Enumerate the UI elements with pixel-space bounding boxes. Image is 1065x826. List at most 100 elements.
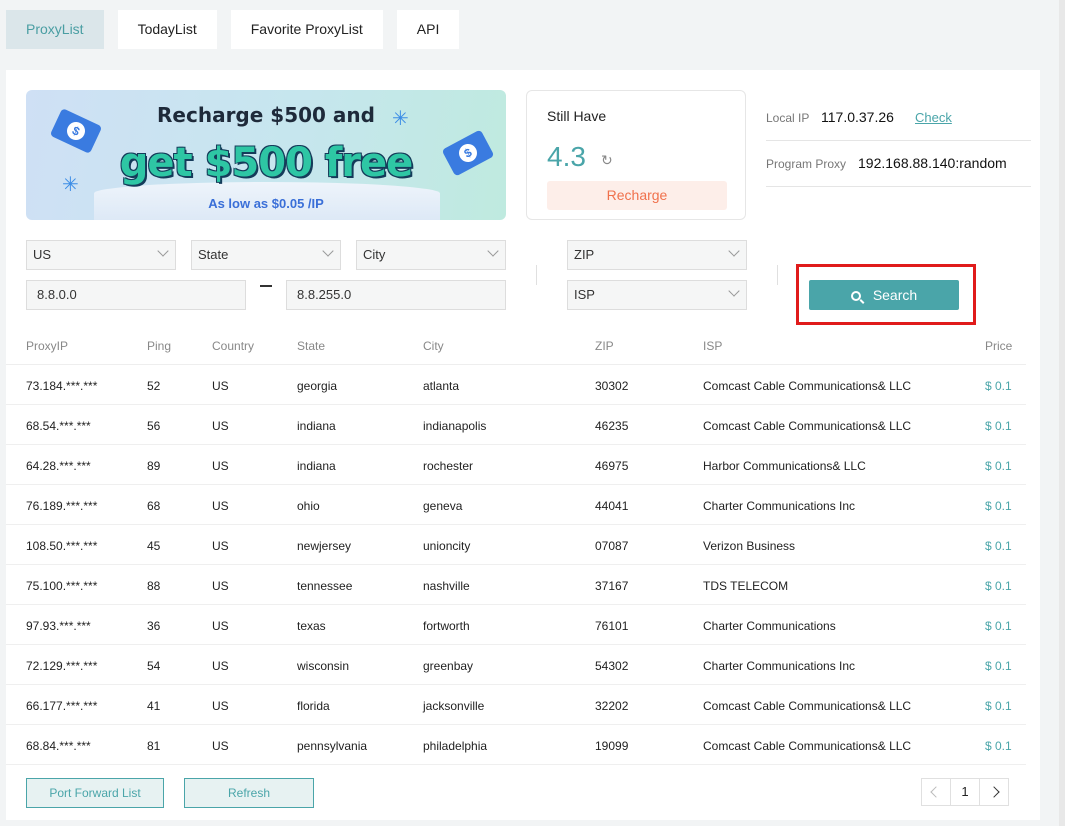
country-select-value: US bbox=[33, 247, 52, 262]
isp-cell: Harbor Communications& LLC bbox=[703, 459, 866, 473]
state-cell: tennessee bbox=[297, 579, 353, 593]
tab-favorite-proxylist[interactable]: Favorite ProxyList bbox=[230, 10, 383, 49]
price-cell: $ 0.1 bbox=[985, 739, 1012, 753]
table-header: ProxyIP Ping Country State City ZIP ISP … bbox=[6, 330, 1026, 365]
table-row[interactable]: 75.100.***.*** 88 US tennessee nashville 3716… bbox=[6, 565, 1026, 605]
program-proxy-row: Program Proxy 192.168.88.140:random bbox=[766, 141, 1031, 187]
price-cell: $ 0.1 bbox=[985, 539, 1012, 553]
isp-cell: Comcast Cable Communications& LLC bbox=[703, 419, 912, 433]
refresh-button[interactable]: Refresh bbox=[184, 778, 314, 808]
table-row[interactable]: 64.28.***.*** 89 US indiana rochester 46975 Ha… bbox=[6, 445, 1026, 485]
city-select[interactable]: City bbox=[356, 240, 506, 270]
proxy-ip-cell: 68.84.***.*** bbox=[26, 739, 91, 753]
recharge-button[interactable]: Recharge bbox=[547, 181, 727, 210]
country-cell: US bbox=[212, 579, 229, 593]
table-row[interactable]: 68.84.***.*** 81 US pennsylvania philadelphi… bbox=[6, 725, 1026, 765]
main-panel: $ $ ✳ ✳ Recharge $500 and get $500 free … bbox=[6, 70, 1040, 820]
city-cell: nashville bbox=[423, 579, 470, 593]
program-proxy-value: 192.168.88.140:random bbox=[858, 155, 1007, 171]
ping-cell: 36 bbox=[147, 619, 161, 633]
country-cell: US bbox=[212, 379, 229, 393]
table-row[interactable]: 72.129.***.*** 54 US wisconsin greenbay 54302… bbox=[6, 645, 1026, 685]
ping-cell: 88 bbox=[147, 579, 161, 593]
proxy-ip-cell: 72.129.***.*** bbox=[26, 659, 98, 673]
country-cell: US bbox=[212, 459, 229, 473]
city-cell: geneva bbox=[423, 499, 463, 513]
table-row[interactable]: 108.50.***.*** 45 US newjersey unioncity 0708… bbox=[6, 525, 1026, 565]
country-select[interactable]: US bbox=[26, 240, 176, 270]
city-cell: jacksonville bbox=[423, 699, 485, 713]
local-ip-label: Local IP bbox=[766, 111, 810, 125]
prev-page-button[interactable] bbox=[921, 778, 951, 806]
state-cell: newjersey bbox=[297, 539, 352, 553]
state-cell: texas bbox=[297, 619, 326, 633]
ping-cell: 52 bbox=[147, 379, 161, 393]
check-link[interactable]: Check bbox=[915, 110, 952, 125]
isp-select[interactable]: ISP bbox=[567, 280, 747, 310]
column-header: Country bbox=[212, 339, 255, 353]
ping-cell: 89 bbox=[147, 459, 161, 473]
table-row[interactable]: 97.93.***.*** 36 US texas fortworth 76101 Char… bbox=[6, 605, 1026, 645]
city-cell: unioncity bbox=[423, 539, 471, 553]
proxy-ip-cell: 75.100.***.*** bbox=[26, 579, 98, 593]
tab-proxylist[interactable]: ProxyList bbox=[6, 10, 104, 49]
state-select[interactable]: State bbox=[191, 240, 341, 270]
local-ip-row: Local IP 117.0.37.26 Check bbox=[766, 95, 1031, 141]
country-cell: US bbox=[212, 419, 229, 433]
port-forward-list-button[interactable]: Port Forward List bbox=[26, 778, 164, 808]
ping-cell: 45 bbox=[147, 539, 161, 553]
isp-cell: Comcast Cable Communications& LLC bbox=[703, 739, 912, 753]
table-row[interactable]: 68.54.***.*** 56 US indiana indianapolis 4623… bbox=[6, 405, 1026, 445]
ip-to-input[interactable]: 8.8.255.0 bbox=[286, 280, 506, 310]
proxy-ip-cell: 108.50.***.*** bbox=[26, 539, 98, 553]
ping-cell: 68 bbox=[147, 499, 161, 513]
column-header: Ping bbox=[147, 339, 172, 353]
zip-select-value: ZIP bbox=[574, 247, 595, 262]
zip-select[interactable]: ZIP bbox=[567, 240, 747, 270]
price-cell: $ 0.1 bbox=[985, 419, 1012, 433]
ping-cell: 56 bbox=[147, 419, 161, 433]
table-row[interactable]: 66.177.***.*** 41 US florida jacksonville 322… bbox=[6, 685, 1026, 725]
proxy-ip-cell: 64.28.***.*** bbox=[26, 459, 91, 473]
state-cell: wisconsin bbox=[297, 659, 350, 673]
table-row[interactable]: 76.189.***.*** 68 US ohio geneva 44041 Charter… bbox=[6, 485, 1026, 525]
refresh-icon[interactable]: ↻ bbox=[601, 152, 613, 169]
city-cell: rochester bbox=[423, 459, 474, 473]
page-scrollbar[interactable] bbox=[1059, 0, 1065, 826]
price-cell: $ 0.1 bbox=[985, 659, 1012, 673]
tab-api[interactable]: API bbox=[396, 10, 460, 49]
zip-cell: 19099 bbox=[595, 739, 629, 753]
country-cell: US bbox=[212, 659, 229, 673]
country-cell: US bbox=[212, 499, 229, 513]
ping-cell: 41 bbox=[147, 699, 161, 713]
column-header: ISP bbox=[703, 339, 723, 353]
isp-cell: TDS TELECOM bbox=[703, 579, 789, 593]
state-cell: florida bbox=[297, 699, 330, 713]
tab-todaylist[interactable]: TodayList bbox=[117, 10, 217, 49]
search-button[interactable]: Search bbox=[809, 280, 959, 310]
table-row[interactable]: 73.184.***.*** 52 US georgia atlanta 30302 Com… bbox=[6, 365, 1026, 405]
next-page-button[interactable] bbox=[979, 778, 1009, 806]
promo-banner[interactable]: $ $ ✳ ✳ Recharge $500 and get $500 free … bbox=[26, 90, 506, 220]
chevron-down-icon bbox=[322, 245, 334, 257]
balance-card: Still Have 4.3 ↻ Recharge bbox=[526, 90, 746, 220]
column-header: City bbox=[423, 339, 444, 353]
ip-from-input[interactable]: 8.8.0.0 bbox=[26, 280, 246, 310]
chevron-down-icon bbox=[728, 285, 740, 297]
zip-cell: 37167 bbox=[595, 579, 629, 593]
price-cell: $ 0.1 bbox=[985, 699, 1012, 713]
country-cell: US bbox=[212, 619, 229, 633]
proxy-ip-cell: 76.189.***.*** bbox=[26, 499, 98, 513]
city-cell: greenbay bbox=[423, 659, 474, 673]
price-cell: $ 0.1 bbox=[985, 579, 1012, 593]
range-dash bbox=[260, 285, 272, 287]
balance-label: Still Have bbox=[547, 108, 607, 124]
zip-cell: 07087 bbox=[595, 539, 629, 553]
local-ip-value: 117.0.37.26 bbox=[821, 109, 894, 125]
page-number[interactable]: 1 bbox=[950, 778, 980, 806]
banner-offer: get $500 free bbox=[119, 140, 413, 186]
city-cell: indianapolis bbox=[423, 419, 487, 433]
program-proxy-label: Program Proxy bbox=[766, 157, 847, 171]
state-cell: pennsylvania bbox=[297, 739, 368, 753]
proxy-ip-cell: 66.177.***.*** bbox=[26, 699, 98, 713]
